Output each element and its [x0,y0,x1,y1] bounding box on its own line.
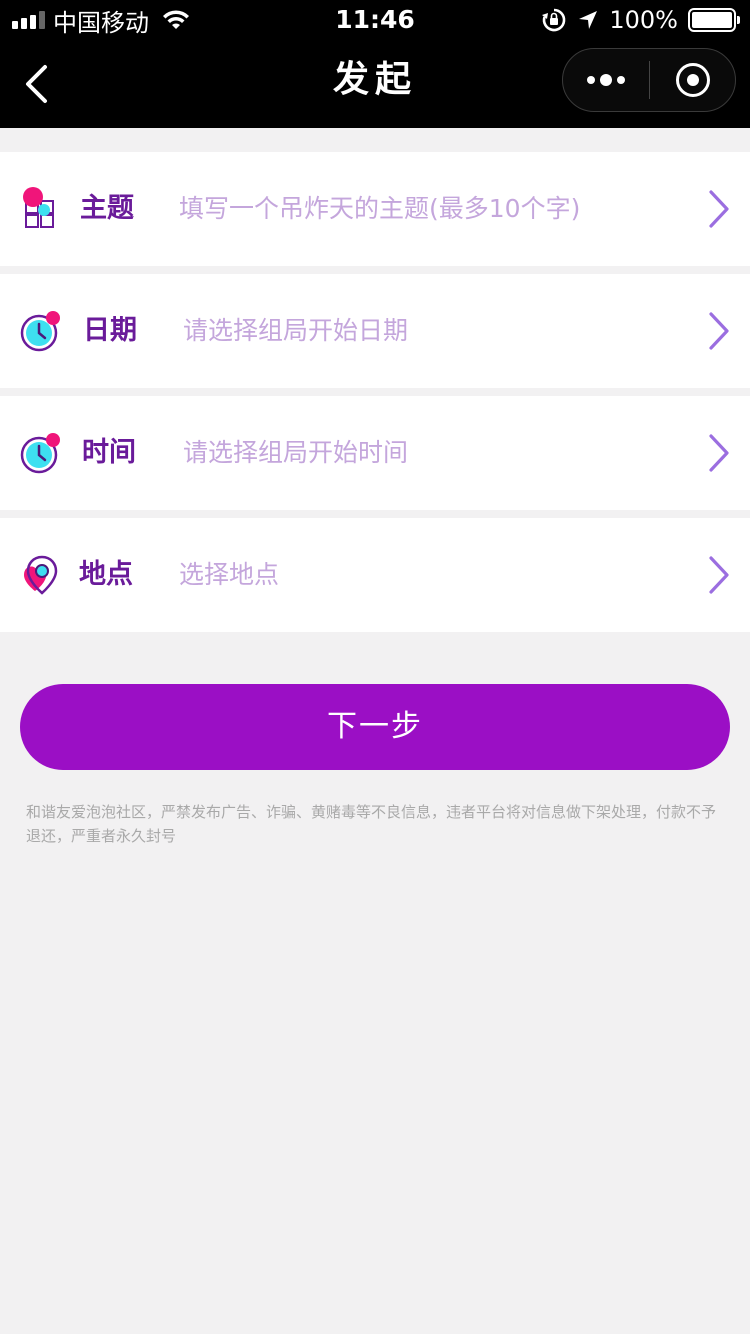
status-right: 100% [541,4,740,36]
clock-icon [20,433,60,474]
location-pin-icon [24,555,58,595]
miniprogram-capsule [562,48,736,112]
more-button[interactable] [563,49,649,111]
next-button[interactable]: 下一步 [20,684,730,770]
form-row-date[interactable]: 日期 请选择组局开始日期 [0,274,750,388]
row-label-date: 日期 [83,315,137,346]
target-icon [675,63,710,97]
location-picker[interactable]: 选择地点 [179,518,279,632]
clock-icon [20,311,60,352]
chevron-right-icon [709,312,729,350]
theme-icon [23,187,54,228]
rotation-lock-icon [542,8,566,32]
chevron-right-icon [709,190,729,228]
row-label-time: 时间 [82,437,136,468]
battery-icon [688,8,740,32]
battery-percent: 100% [609,6,678,34]
theme-input[interactable]: 填写一个吊炸天的主题(最多10个字) [179,152,580,266]
status-bar: 中国移动 11:46 100% [0,0,750,40]
chevron-right-icon [709,434,729,472]
form-row-theme[interactable]: 主题 填写一个吊炸天的主题(最多10个字) [0,152,750,266]
chevron-right-icon [709,556,729,594]
close-miniprogram-button[interactable] [650,49,735,111]
community-notice: 和谐友爱泡泡社区，严禁发布广告、诈骗、黄赌毒等不良信息，违者平台将对信息做下架处… [26,803,717,845]
row-label-theme: 主题 [80,193,134,224]
nav-bar: 发起 [0,40,750,128]
form-row-location[interactable]: 地点 选择地点 [0,518,750,632]
location-arrow-icon [579,11,598,29]
date-picker[interactable]: 请选择组局开始日期 [183,274,408,388]
row-label-location: 地点 [79,559,133,590]
form-row-time[interactable]: 时间 请选择组局开始时间 [0,396,750,510]
time-picker[interactable]: 请选择组局开始时间 [183,396,408,510]
